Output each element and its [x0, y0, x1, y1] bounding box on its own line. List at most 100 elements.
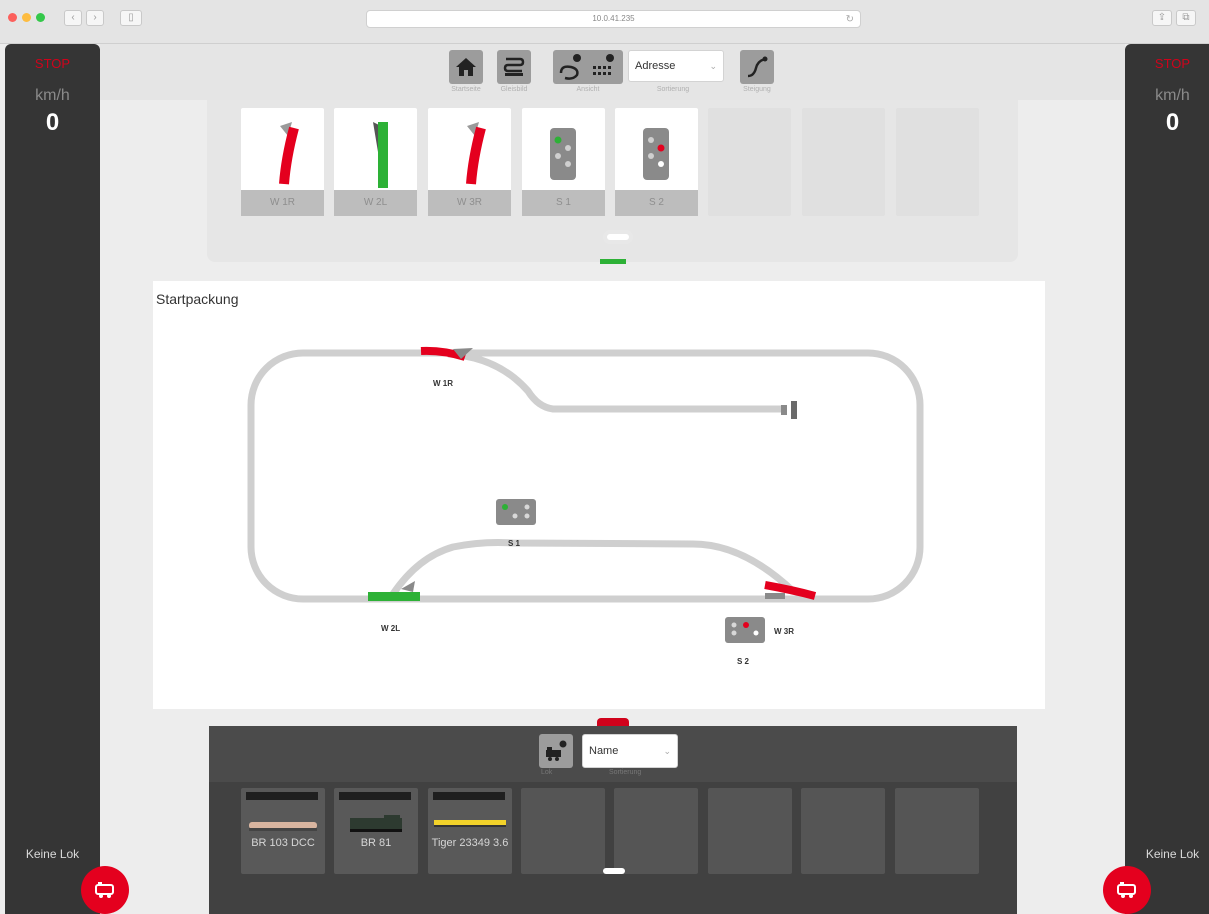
- view-toggle-button[interactable]: [553, 50, 623, 84]
- locomotive-image: [434, 820, 506, 827]
- signal-s1-icon: [496, 499, 536, 525]
- track-layout-button[interactable]: [497, 50, 531, 84]
- back-button[interactable]: ‹: [64, 10, 82, 26]
- label-s1: S 1: [508, 539, 521, 548]
- reload-icon[interactable]: ↻: [846, 12, 854, 28]
- empty-lok-tile[interactable]: [708, 788, 792, 874]
- locomotive-button[interactable]: [81, 866, 129, 914]
- empty-lok-tile[interactable]: [801, 788, 885, 874]
- tabs-icon[interactable]: ⧉: [1176, 10, 1196, 26]
- locomotive-panel: Lok Name ⌄ Sortierung BR 103 DCC BR 81 T…: [209, 726, 1017, 914]
- tile-s1[interactable]: S 1: [522, 108, 605, 216]
- empty-lok-tile[interactable]: [895, 788, 979, 874]
- turnout-right-icon: [466, 122, 486, 185]
- tile-w2l[interactable]: W 2L: [334, 108, 417, 216]
- left-control-panel: STOP km/h 0 Keine Lok: [5, 44, 129, 914]
- tile-w1r[interactable]: W 1R: [241, 108, 324, 216]
- siding-track: [447, 350, 781, 413]
- lok-tile[interactable]: BR 103 DCC: [241, 788, 325, 874]
- locomotive-icon: [95, 882, 114, 898]
- stop-label[interactable]: STOP: [5, 56, 100, 71]
- curve-icon: [747, 56, 768, 78]
- main-toolbar: Startseite Gleisbild Ansicht Adresse ⌄ S…: [100, 44, 1125, 100]
- chevron-down-icon: ⌄: [663, 746, 671, 756]
- locomotive-button[interactable]: [1103, 866, 1151, 914]
- home-icon: [456, 58, 476, 76]
- label-w2l: W 2L: [381, 624, 401, 633]
- lok-name: BR 103 DCC: [251, 837, 315, 849]
- locomotive-icon: [546, 740, 567, 761]
- lok-tile[interactable]: Tiger 23349 3.6: [428, 788, 512, 874]
- tile-s2[interactable]: S 2: [615, 108, 698, 216]
- lok-icon-label: Lok: [541, 769, 553, 776]
- label-w1r: W 1R: [433, 379, 453, 388]
- tile-label: S 1: [522, 190, 605, 216]
- lok-name: BR 81: [360, 837, 392, 849]
- speed-value: 0: [45, 109, 60, 136]
- lok-name: Tiger 23349 3.6: [431, 837, 509, 849]
- track-layout-panel: Startpackung W 1R S 1 W 2L W 3R S 2: [153, 281, 1045, 709]
- turnout-w2l: [368, 592, 420, 601]
- url-text: 10.0.41.235: [592, 14, 635, 23]
- curve-button[interactable]: [740, 50, 774, 84]
- empty-lok-tile[interactable]: [521, 788, 605, 874]
- keyboard-view-icon: [559, 54, 614, 80]
- browser-toolbar: ‹ › ▯ 10.0.41.235 ↻ ⇪ ⧉: [0, 0, 1209, 44]
- sort-select-value: Adresse: [635, 60, 676, 72]
- empty-tile[interactable]: [708, 108, 791, 216]
- chevron-down-icon: ⌄: [709, 61, 717, 71]
- lok-status-bar: [246, 792, 318, 800]
- minimize-window-icon[interactable]: [22, 13, 31, 22]
- tile-label: S 2: [615, 190, 698, 216]
- stop-label[interactable]: STOP: [1125, 56, 1209, 71]
- zoom-window-icon[interactable]: [36, 13, 45, 22]
- locomotive-icon: [1117, 882, 1136, 898]
- signal-red-icon: [643, 128, 669, 180]
- forward-button[interactable]: ›: [86, 10, 104, 26]
- track-diagram: [247, 346, 924, 643]
- lok-sort-caption: Sortierung: [609, 769, 642, 776]
- sidebar-icon[interactable]: ▯: [120, 10, 142, 26]
- speed-unit: km/h: [35, 87, 70, 104]
- turnout-left-icon: [373, 122, 388, 188]
- page-indicator[interactable]: [603, 868, 625, 874]
- signal-green-icon: [550, 128, 576, 180]
- home-button[interactable]: [449, 50, 483, 84]
- sort-select[interactable]: Adresse ⌄: [628, 50, 724, 82]
- tile-label: W 3R: [428, 190, 511, 216]
- lok-status: Keine Lok: [1145, 847, 1200, 861]
- locomotive-image: [350, 815, 402, 832]
- buffer-stop: [781, 405, 787, 415]
- buffer-stop-block: [791, 401, 797, 419]
- lok-tile[interactable]: BR 81: [334, 788, 418, 874]
- empty-tile[interactable]: [802, 108, 885, 216]
- share-icon[interactable]: ⇪: [1152, 10, 1172, 26]
- toolbar-label: Steigung: [743, 86, 771, 93]
- lok-sort-select[interactable]: Name ⌄: [582, 734, 678, 768]
- empty-tile[interactable]: [896, 108, 979, 216]
- lok-status-bar: [433, 792, 505, 800]
- lok-sort-value: Name: [589, 745, 619, 757]
- track-layout-icon: [503, 57, 525, 76]
- label-s2: S 2: [737, 657, 750, 666]
- label-w3r: W 3R: [774, 627, 794, 636]
- lok-status-bar: [339, 792, 411, 800]
- turnout-w3r-tip: [765, 593, 785, 599]
- tile-w3r[interactable]: W 3R: [428, 108, 511, 216]
- toolbar-label: Startseite: [451, 86, 481, 93]
- toolbar-label: Ansicht: [576, 86, 600, 93]
- lok-view-button[interactable]: [539, 734, 573, 768]
- speed-value: 0: [1165, 109, 1180, 136]
- empty-lok-tile[interactable]: [614, 788, 698, 874]
- close-window-icon[interactable]: [8, 13, 17, 22]
- address-bar[interactable]: 10.0.41.235 ↻: [366, 10, 861, 28]
- sort-caption: Sortierung: [656, 86, 690, 93]
- tile-label: W 1R: [241, 190, 324, 216]
- locomotive-image: [249, 822, 317, 831]
- turnout-right-icon: [279, 122, 299, 185]
- page-indicator[interactable]: [607, 234, 629, 240]
- lok-status: Keine Lok: [25, 847, 80, 861]
- lok-header: Lok Name ⌄ Sortierung: [209, 726, 1017, 782]
- main-loop-track: [247, 349, 924, 603]
- passing-track: [390, 539, 796, 596]
